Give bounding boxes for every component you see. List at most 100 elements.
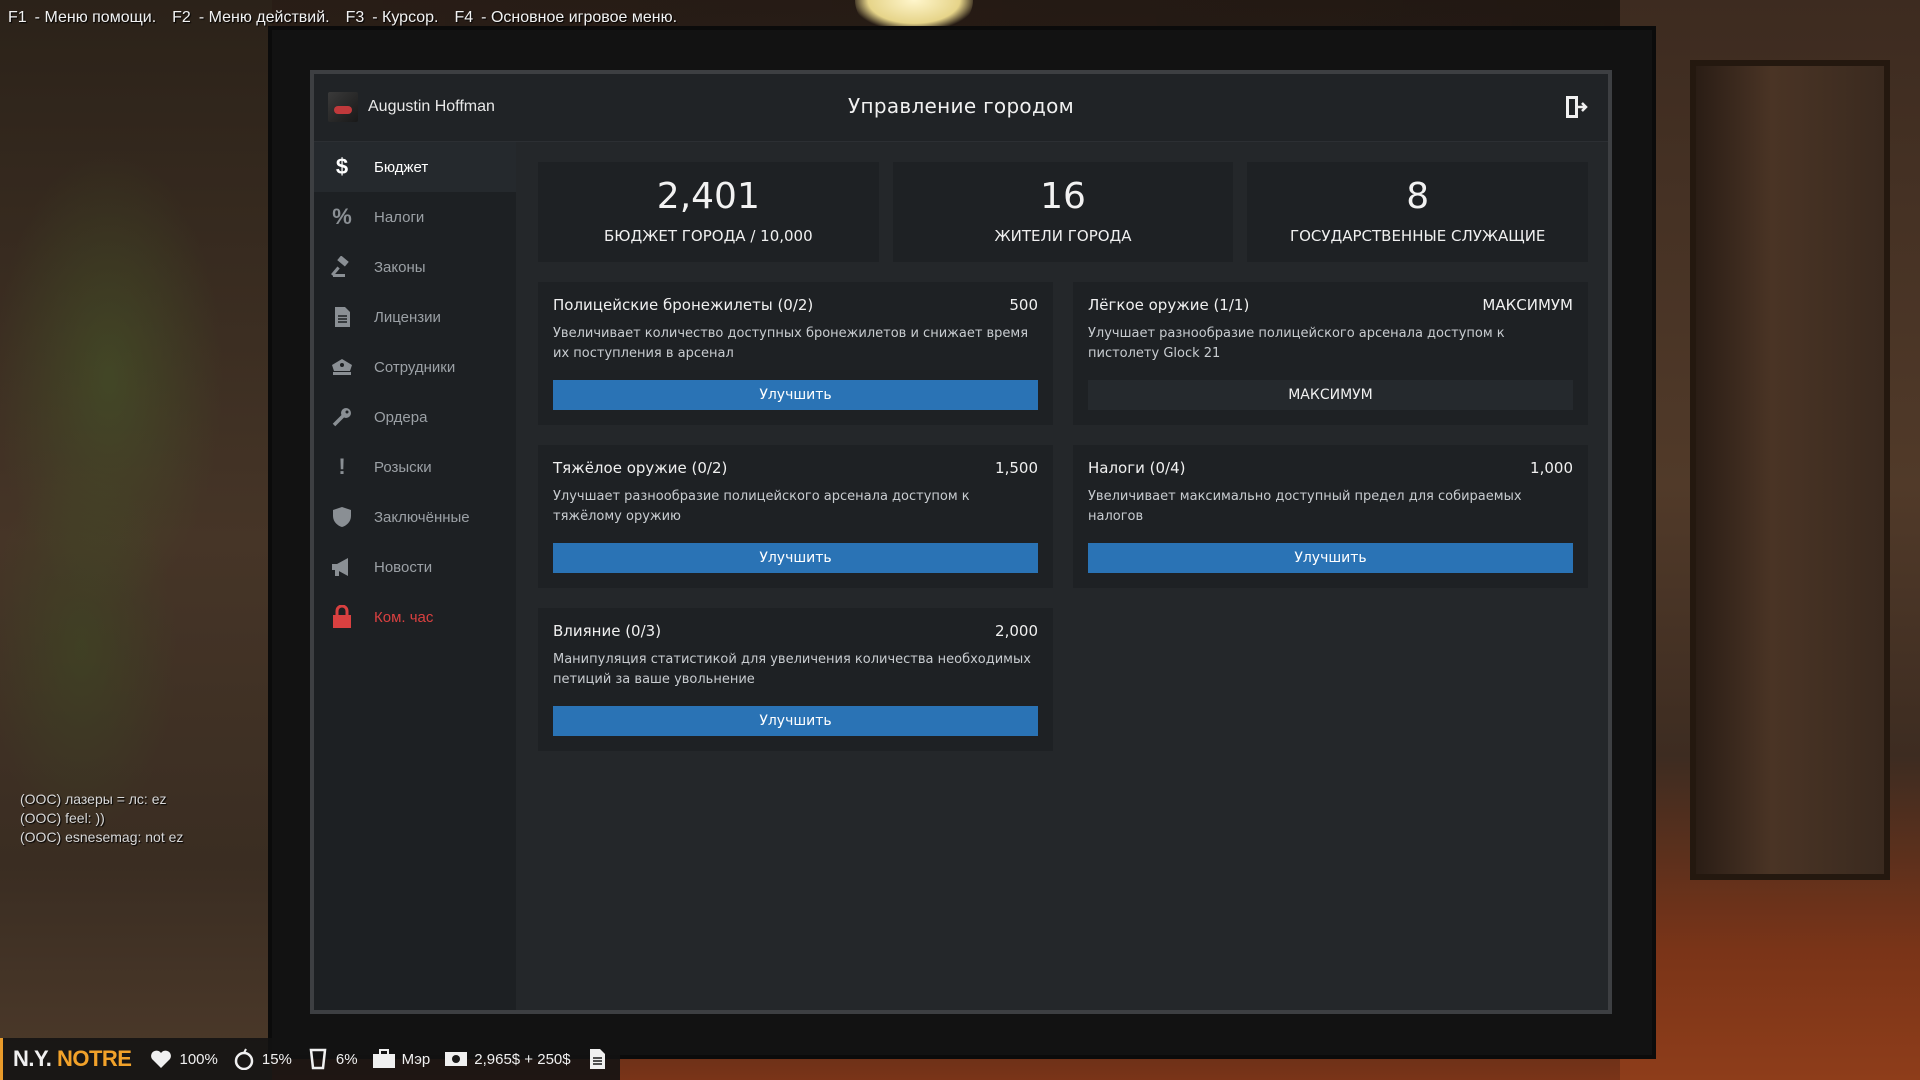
chat-line: (OOC) feel: )) — [20, 810, 105, 826]
stat-label: ГОСУДАРСТВЕННЫЕ СЛУЖАЩИЕ — [1289, 227, 1546, 245]
upgrade-card-influence: Влияние (0/3) 2,000 Манипуляция статисти… — [538, 608, 1053, 751]
sidebar-item-news[interactable]: Новости — [314, 542, 516, 592]
upgrade-cost: 1,000 — [1530, 459, 1573, 477]
upgrade-description: Улучшает разнообразие полицейского арсен… — [1088, 326, 1505, 361]
sidebar-item-taxes[interactable]: % Налоги — [314, 192, 516, 242]
upgrade-button[interactable]: Улучшить — [1088, 543, 1573, 573]
sidebar: $ Бюджет % Налоги Законы Лицензии Сотруд… — [314, 142, 516, 1010]
upgrade-cost: 1,500 — [995, 459, 1038, 477]
chat-line: (OOC) esnesemag: not ez — [20, 829, 184, 845]
upgrade-card-taxes: Налоги (0/4) 1,000 Увеличивает максималь… — [1073, 445, 1588, 588]
hunger-value: 15% — [261, 1050, 292, 1068]
stat-residents: 16 ЖИТЕЛИ ГОРОДА — [892, 162, 1234, 262]
percent-icon: % — [332, 204, 352, 229]
armor-value: 6% — [335, 1050, 358, 1068]
exit-door-icon — [1566, 96, 1588, 118]
help-key: F4 — [454, 9, 474, 26]
upgrade-cost: МАКСИМУМ — [1482, 296, 1573, 314]
briefcase-icon — [372, 1047, 396, 1071]
shield-icon — [328, 503, 356, 531]
exclamation-icon: ! — [338, 454, 346, 479]
sidebar-item-label: Ком. час — [374, 608, 434, 626]
upgrade-card-heavy-weapons: Тяжёлое оружие (0/2) 1,500 Улучшает разн… — [538, 445, 1053, 588]
chat-line: (OOC) лазеры = лс: ez — [20, 791, 167, 807]
upgrade-title: Налоги (0/4) — [1088, 459, 1186, 477]
heart-icon — [149, 1047, 173, 1071]
sidebar-item-prisoners[interactable]: Заключённые — [314, 492, 516, 542]
dollar-icon: $ — [335, 154, 349, 179]
upgrade-button[interactable]: Улучшить — [553, 706, 1038, 736]
upgrade-description: Увеличивает количество доступных бронежи… — [553, 326, 1029, 361]
city-management-window: Augustin Hoffman Управление городом $ Бю… — [310, 70, 1612, 1014]
background-scene-left — [0, 0, 272, 1080]
document-icon — [328, 303, 356, 331]
upgrade-title: Лёгкое оружие (1/1) — [1088, 296, 1250, 314]
sidebar-item-staff[interactable]: Сотрудники — [314, 342, 516, 392]
sidebar-item-curfew[interactable]: Ком. час — [314, 592, 516, 642]
sidebar-item-label: Заключённые — [374, 508, 470, 526]
gavel-icon — [328, 253, 356, 281]
sidebar-item-label: Законы — [374, 258, 426, 276]
upgrade-title: Влияние (0/3) — [553, 622, 662, 640]
upgrade-description: Увеличивает максимально доступный предел… — [1088, 489, 1522, 524]
chat-log: (OOC) лазеры = лс: ez (OOC) feel: )) (OO… — [20, 790, 183, 847]
sidebar-item-licenses[interactable]: Лицензии — [314, 292, 516, 342]
upgrade-button[interactable]: Улучшить — [553, 380, 1038, 410]
upgrade-title: Полицейские бронежилеты (0/2) — [553, 296, 814, 314]
upgrade-cost: 500 — [1009, 296, 1038, 314]
help-key: F1 — [8, 9, 27, 26]
stat-label: ЖИТЕЛИ ГОРОДА — [994, 227, 1132, 245]
sidebar-item-label: Сотрудники — [374, 358, 456, 376]
sidebar-item-warrants[interactable]: Ордера — [314, 392, 516, 442]
sidebar-item-label: Бюджет — [374, 158, 429, 176]
key-icon — [328, 403, 356, 431]
sidebar-item-laws[interactable]: Законы — [314, 242, 516, 292]
status-hud: N.Y. NOTRE 100% 15% 6% Мэр 2,965$ + 250$ — [0, 1038, 620, 1080]
stat-label: БЮДЖЕТ ГОРОДА / 10,000 — [604, 227, 813, 245]
upgrade-card-body-armor: Полицейские бронежилеты (0/2) 500 Увелич… — [538, 282, 1053, 425]
money-value: 2,965$ + 250$ — [474, 1050, 571, 1068]
job-value: Мэр — [401, 1050, 431, 1068]
stat-value: 2,401 — [656, 176, 760, 217]
upgrade-card-light-weapons: Лёгкое оружие (1/1) МАКСИМУМ Улучшает ра… — [1073, 282, 1588, 425]
document-icon — [585, 1047, 609, 1071]
armor-icon — [306, 1047, 330, 1071]
help-desc: - Основное игровое меню. — [481, 9, 678, 26]
upgrade-title: Тяжёлое оружие (0/2) — [553, 459, 728, 477]
health-value: 100% — [179, 1050, 218, 1068]
help-desc: - Меню действий. — [198, 9, 330, 26]
background-scene-right — [1620, 0, 1920, 1080]
sidebar-item-label: Лицензии — [374, 308, 441, 326]
lock-icon — [328, 603, 356, 631]
upgrade-description: Улучшает разнообразие полицейского арсен… — [553, 489, 970, 524]
server-logo: N.Y. NOTRE — [13, 1046, 132, 1071]
upgrade-button[interactable]: Улучшить — [553, 543, 1038, 573]
help-key: F3 — [345, 9, 365, 26]
apple-icon — [232, 1047, 256, 1071]
page-title: Управление городом — [847, 94, 1075, 118]
exit-button[interactable] — [1562, 93, 1590, 121]
sidebar-item-label: Ордера — [374, 408, 428, 426]
cash-icon — [444, 1047, 468, 1071]
budget-content: 2,401 БЮДЖЕТ ГОРОДА / 10,000 16 ЖИТЕЛИ Г… — [538, 162, 1589, 751]
sidebar-item-budget[interactable]: $ Бюджет — [314, 142, 516, 192]
sidebar-item-wanted[interactable]: ! Розыски — [314, 442, 516, 492]
sidebar-item-label: Налоги — [374, 208, 425, 226]
upgrade-description: Манипуляция статистикой для увеличения к… — [553, 652, 1031, 687]
help-key: F2 — [172, 9, 191, 26]
ceiling-lamp — [855, 0, 973, 30]
upgrade-cost: 2,000 — [995, 622, 1038, 640]
sidebar-item-label: Новости — [374, 558, 433, 576]
stats-row: 2,401 БЮДЖЕТ ГОРОДА / 10,000 16 ЖИТЕЛИ Г… — [538, 162, 1589, 262]
keybind-help-bar: F1 - Меню помощи. F2 - Меню действий. F3… — [8, 7, 693, 29]
stat-city-budget: 2,401 БЮДЖЕТ ГОРОДА / 10,000 — [538, 162, 879, 262]
stat-civil-servants: 8 ГОСУДАРСТВЕННЫЕ СЛУЖАЩИЕ — [1247, 162, 1589, 262]
megaphone-icon — [328, 553, 356, 581]
sidebar-item-label: Розыски — [374, 458, 432, 476]
background-door — [1690, 60, 1890, 880]
window-header: Augustin Hoffman Управление городом — [314, 74, 1608, 142]
stat-value: 8 — [1406, 176, 1430, 217]
police-hat-icon — [328, 353, 356, 381]
upgrade-cards: Полицейские бронежилеты (0/2) 500 Увелич… — [538, 282, 1588, 751]
help-desc: - Меню помощи. — [34, 9, 157, 26]
